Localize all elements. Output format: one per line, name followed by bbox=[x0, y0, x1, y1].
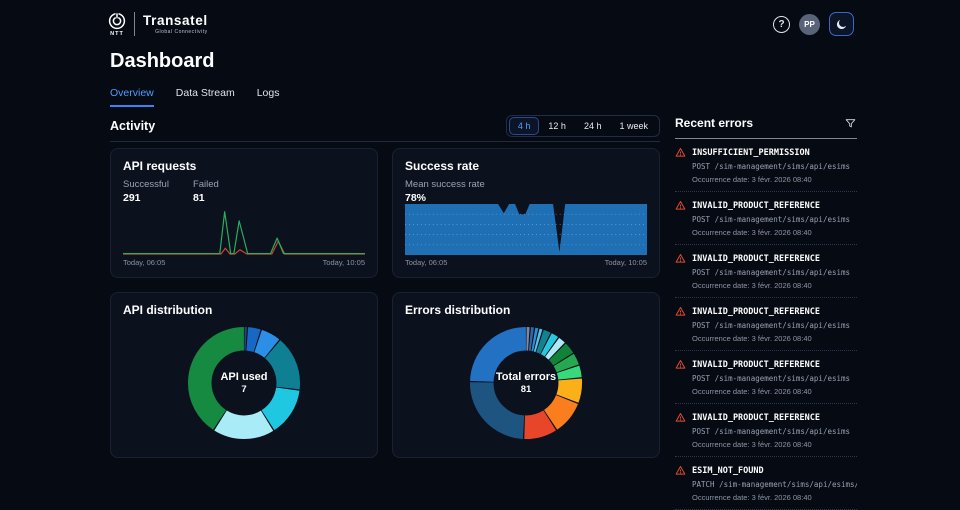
error-request: POST /sim-management/sims/api/esims bbox=[692, 162, 851, 171]
warning-icon bbox=[675, 253, 686, 263]
card-title: API requests bbox=[123, 159, 197, 173]
brand-name: Transatel bbox=[143, 13, 208, 28]
errors-distribution-card: Errors distribution Total errors 81 bbox=[392, 292, 660, 458]
stat-value: 81 bbox=[192, 192, 205, 204]
successful-stat: Successful 291 bbox=[123, 179, 169, 204]
stat-label: Failed bbox=[192, 179, 219, 190]
ntt-mark: NTT bbox=[108, 12, 126, 37]
error-code: INVALID_PRODUCT_REFERENCE bbox=[692, 253, 820, 264]
warning-icon bbox=[675, 147, 686, 157]
x-axis-start: Today, 06:05 bbox=[123, 258, 166, 267]
x-axis-start: Today, 06:05 bbox=[405, 258, 448, 267]
card-title: API distribution bbox=[123, 303, 213, 317]
error-item[interactable]: INVALID_PRODUCT_REFERENCE POST /sim-manag… bbox=[675, 298, 857, 351]
warning-icon bbox=[675, 306, 686, 316]
error-code: ESIM_NOT_FOUND bbox=[692, 465, 764, 476]
error-request: POST /sim-management/sims/api/esims bbox=[692, 427, 851, 436]
stat-label: Mean success rate bbox=[405, 179, 485, 190]
brand-tagline: Global Connectivity bbox=[155, 29, 208, 35]
error-item[interactable]: ESIM_NOT_FOUND PATCH /sim-management/sims… bbox=[675, 457, 857, 510]
api-requests-card: API requests Successful 291 Failed 81 To… bbox=[110, 148, 378, 278]
api-distribution-donut bbox=[187, 326, 301, 440]
range-button-12h[interactable]: 12 h bbox=[539, 117, 575, 135]
error-request: POST /sim-management/sims/api/esims bbox=[692, 321, 851, 330]
error-date: Occurrence date: 3 févr. 2026 08:40 bbox=[692, 228, 812, 237]
error-item[interactable]: INVALID_PRODUCT_REFERENCE POST /sim-manag… bbox=[675, 192, 857, 245]
error-request: POST /sim-management/sims/api/esims bbox=[692, 268, 851, 277]
help-button[interactable]: ? bbox=[773, 15, 790, 33]
mean-success-stat: Mean success rate 78% bbox=[405, 179, 485, 204]
range-button-4h[interactable]: 4 h bbox=[508, 117, 540, 135]
card-title: Errors distribution bbox=[405, 303, 511, 317]
success-rate-chart bbox=[405, 204, 647, 255]
error-item[interactable]: INVALID_PRODUCT_REFERENCE POST /sim-manag… bbox=[675, 245, 857, 298]
warning-icon bbox=[675, 200, 686, 210]
tab-overview[interactable]: Overview bbox=[110, 87, 154, 107]
top-bar: NTT Transatel Global Connectivity ? PP bbox=[108, 8, 854, 40]
brand-divider bbox=[134, 12, 135, 36]
api-distribution-card: API distribution API used 7 bbox=[110, 292, 378, 458]
activity-header: Activity 4 h 12 h 24 h1 week bbox=[110, 115, 660, 137]
error-item[interactable]: INVALID_PRODUCT_REFERENCE POST /sim-manag… bbox=[675, 404, 857, 457]
error-request: POST /sim-management/sims/api/esims bbox=[692, 374, 851, 383]
error-request: POST /sim-management/sims/api/esims bbox=[692, 215, 851, 224]
ntt-logo-icon bbox=[108, 12, 126, 29]
x-axis-end: Today, 10:05 bbox=[322, 258, 365, 267]
recent-errors-title: Recent errors bbox=[675, 116, 754, 130]
recent-errors-panel: Recent errors INSUFFICIENT_PERMISSION POS… bbox=[675, 116, 857, 510]
moon-icon bbox=[836, 19, 847, 29]
activity-divider bbox=[110, 141, 660, 142]
stat-value: 78% bbox=[405, 192, 427, 204]
range-button-24h[interactable]: 24 h bbox=[575, 117, 611, 135]
error-code: INVALID_PRODUCT_REFERENCE bbox=[692, 200, 820, 211]
time-range-selector: 4 h 12 h 24 h1 week bbox=[505, 115, 660, 137]
tab-bar: Overview Data Stream Logs bbox=[110, 87, 280, 107]
error-date: Occurrence date: 3 févr. 2026 08:40 bbox=[692, 281, 812, 290]
x-axis-end: Today, 10:05 bbox=[604, 258, 647, 267]
range-button-1week[interactable]: 1 week bbox=[610, 117, 657, 135]
page-title: Dashboard bbox=[110, 50, 215, 72]
error-item[interactable]: INSUFFICIENT_PERMISSION POST /sim-managem… bbox=[675, 139, 857, 192]
error-date: Occurrence date: 3 févr. 2026 08:40 bbox=[692, 334, 812, 343]
brand-logo[interactable]: NTT Transatel Global Connectivity bbox=[108, 12, 208, 37]
dark-mode-toggle[interactable] bbox=[829, 12, 854, 36]
tab-data-stream[interactable]: Data Stream bbox=[176, 87, 235, 107]
api-requests-chart bbox=[123, 211, 365, 255]
errors-distribution-donut bbox=[469, 326, 583, 440]
failed-stat: Failed 81 bbox=[193, 179, 219, 204]
avatar[interactable]: PP bbox=[799, 13, 820, 35]
error-code: INVALID_PRODUCT_REFERENCE bbox=[692, 359, 820, 370]
card-title: Success rate bbox=[405, 159, 480, 173]
filter-icon[interactable] bbox=[844, 117, 857, 130]
activity-title: Activity bbox=[110, 119, 156, 133]
warning-icon bbox=[675, 359, 686, 369]
error-date: Occurrence date: 3 févr. 2026 08:40 bbox=[692, 175, 812, 184]
error-date: Occurrence date: 3 févr. 2026 08:40 bbox=[692, 493, 812, 502]
activity-grid: API requests Successful 291 Failed 81 To… bbox=[110, 148, 660, 458]
tab-logs[interactable]: Logs bbox=[257, 87, 280, 107]
error-code: INSUFFICIENT_PERMISSION bbox=[692, 147, 810, 158]
stat-label: Successful bbox=[123, 179, 169, 190]
ntt-label: NTT bbox=[110, 30, 124, 37]
error-code: INVALID_PRODUCT_REFERENCE bbox=[692, 306, 820, 317]
error-date: Occurrence date: 3 févr. 2026 08:40 bbox=[692, 387, 812, 396]
error-list: INSUFFICIENT_PERMISSION POST /sim-managem… bbox=[675, 139, 857, 510]
warning-icon bbox=[675, 412, 686, 422]
error-item[interactable]: INVALID_PRODUCT_REFERENCE POST /sim-manag… bbox=[675, 351, 857, 404]
error-date: Occurrence date: 3 févr. 2026 08:40 bbox=[692, 440, 812, 449]
success-rate-card: Success rate Mean success rate 78% Today… bbox=[392, 148, 660, 278]
error-code: INVALID_PRODUCT_REFERENCE bbox=[692, 412, 820, 423]
stat-value: 291 bbox=[123, 192, 141, 204]
warning-icon bbox=[675, 465, 686, 475]
